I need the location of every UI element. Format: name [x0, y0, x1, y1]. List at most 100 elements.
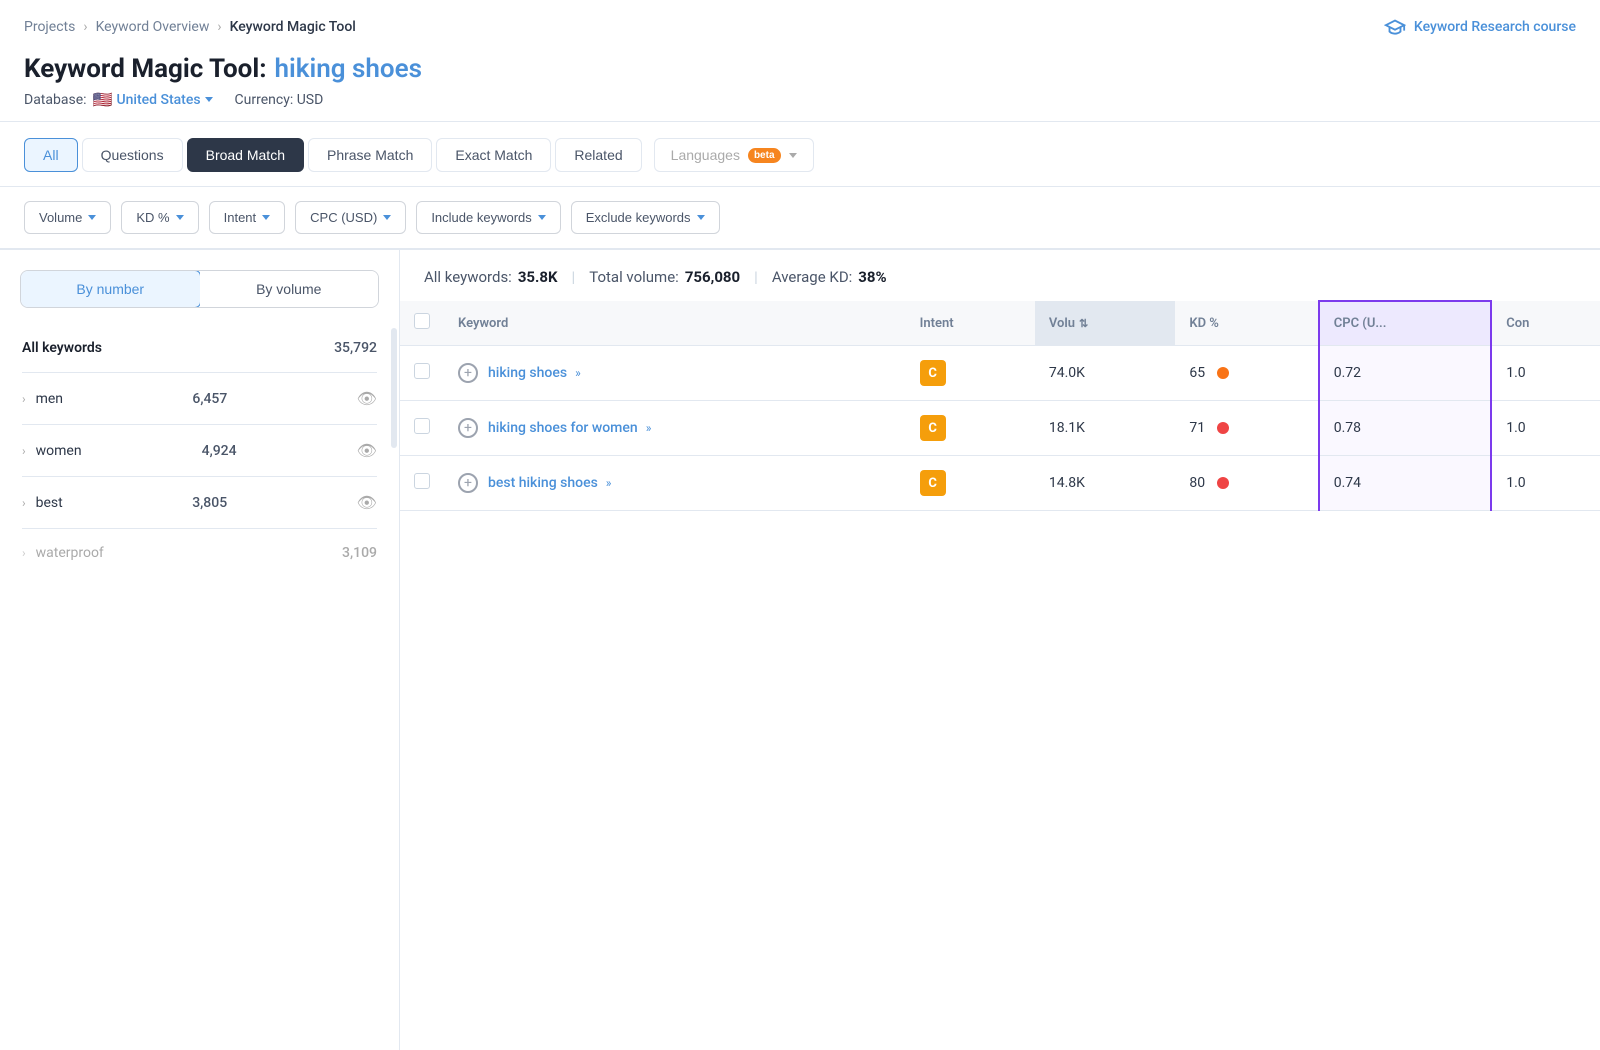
- row1-intent-cell: C: [906, 346, 1035, 401]
- currency-label: Currency: USD: [235, 92, 324, 108]
- beta-badge: beta: [748, 148, 781, 163]
- sidebar-chevron-best-icon: ›: [22, 496, 26, 510]
- th-keyword[interactable]: Keyword: [444, 301, 906, 346]
- eye-best-icon[interactable]: 👁: [357, 493, 377, 512]
- row2-arrow-icon: »: [646, 421, 652, 435]
- row3-add-icon[interactable]: +: [458, 473, 478, 493]
- tab-exact-match[interactable]: Exact Match: [436, 138, 551, 172]
- main-content: By number By volume All keywords 35,792 …: [0, 250, 1600, 1050]
- th-intent[interactable]: Intent: [906, 301, 1035, 346]
- sidebar-item-men[interactable]: › men 6,457 👁: [12, 377, 387, 420]
- avg-kd-label: Average KD:: [772, 268, 852, 286]
- row3-intent-cell: C: [906, 456, 1035, 511]
- row1-intent-badge: C: [920, 360, 946, 386]
- row1-arrow-icon: »: [575, 366, 581, 380]
- filter-exclude-keywords[interactable]: Exclude keywords: [571, 201, 720, 234]
- tab-broad-match[interactable]: Broad Match: [187, 138, 304, 172]
- course-link[interactable]: Keyword Research course: [1384, 16, 1576, 38]
- th-keyword-label: Keyword: [458, 316, 892, 331]
- row1-kd-cell: 65: [1175, 346, 1318, 401]
- th-kd[interactable]: KD %: [1175, 301, 1318, 346]
- keywords-table: Keyword Intent Volu ⇅ KD %: [400, 300, 1600, 511]
- row1-keyword-link[interactable]: hiking shoes: [488, 365, 567, 381]
- view-by-number-button[interactable]: By number: [20, 270, 201, 308]
- tab-questions[interactable]: Questions: [82, 138, 183, 172]
- row1-keyword-content: + hiking shoes »: [458, 363, 892, 383]
- page-container: Projects › Keyword Overview › Keyword Ma…: [0, 0, 1600, 1050]
- row2-con-cell: 1.0: [1491, 401, 1600, 456]
- row2-add-icon[interactable]: +: [458, 418, 478, 438]
- sidebar-divider-1: [22, 424, 377, 425]
- database-label: Database:: [24, 92, 87, 108]
- row2-intent-cell: C: [906, 401, 1035, 456]
- sidebar-item-all[interactable]: All keywords 35,792: [12, 328, 387, 368]
- view-by-volume-button[interactable]: By volume: [200, 271, 379, 307]
- languages-button[interactable]: Languages beta: [654, 138, 814, 172]
- th-volume-label: Volu ⇅: [1049, 316, 1161, 331]
- filter-intent[interactable]: Intent: [209, 201, 286, 234]
- breadcrumb-keyword-overview[interactable]: Keyword Overview: [96, 19, 210, 35]
- row3-kd-cell: 80: [1175, 456, 1318, 511]
- database-country: United States: [116, 92, 200, 108]
- row2-kd-dot: [1217, 422, 1229, 434]
- sidebar-item-women[interactable]: › women 4,924 👁: [12, 429, 387, 472]
- sidebar-divider-0: [22, 372, 377, 373]
- row3-checkbox[interactable]: [414, 473, 430, 489]
- page-title-keyword: hiking shoes: [275, 54, 422, 84]
- chevron-down-icon: [205, 97, 213, 102]
- filter-kd[interactable]: KD %: [121, 201, 198, 234]
- breadcrumb-left: Projects › Keyword Overview › Keyword Ma…: [24, 19, 356, 35]
- row2-checkbox-cell: [400, 401, 444, 456]
- tab-phrase-match[interactable]: Phrase Match: [308, 138, 432, 172]
- table-row: + hiking shoes for women » C 18.1K 71: [400, 401, 1600, 456]
- row2-intent-badge: C: [920, 415, 946, 441]
- sidebar-keyword-waterproof: waterproof: [36, 545, 104, 561]
- sidebar-keyword-best: best: [36, 495, 63, 511]
- row1-volume-cell: 74.0K: [1035, 346, 1175, 401]
- breadcrumb-sep-2: ›: [217, 19, 221, 35]
- eye-women-icon[interactable]: 👁: [357, 441, 377, 460]
- sidebar-item-best[interactable]: › best 3,805 👁: [12, 481, 387, 524]
- sidebar-all-count: 35,792: [334, 340, 377, 356]
- row2-kd-cell: 71: [1175, 401, 1318, 456]
- filter-include-keywords[interactable]: Include keywords: [416, 201, 560, 234]
- database-selector[interactable]: 🇺🇸 United States: [93, 90, 213, 109]
- sidebar-divider-3: [22, 528, 377, 529]
- sidebar-divider-2: [22, 476, 377, 477]
- row2-keyword-content: + hiking shoes for women »: [458, 418, 892, 438]
- filter-cpc[interactable]: CPC (USD): [295, 201, 406, 234]
- row2-cpc-cell: 0.78: [1319, 401, 1492, 456]
- row1-con-cell: 1.0: [1491, 346, 1600, 401]
- all-kw-label: All keywords:: [424, 268, 512, 286]
- select-all-checkbox[interactable]: [414, 313, 430, 329]
- th-volume[interactable]: Volu ⇅: [1035, 301, 1175, 346]
- filter-exclude-label: Exclude keywords: [586, 210, 691, 225]
- all-kw-value: 35.8K: [518, 268, 558, 286]
- tab-all[interactable]: All: [24, 138, 78, 172]
- page-title-prefix: Keyword Magic Tool:: [24, 54, 267, 84]
- th-con: Con: [1491, 301, 1600, 346]
- flag-icon: 🇺🇸: [93, 90, 113, 109]
- row2-keyword-link[interactable]: hiking shoes for women: [488, 420, 638, 436]
- filter-volume[interactable]: Volume: [24, 201, 111, 234]
- page-title: Keyword Magic Tool: hiking shoes: [24, 54, 1576, 84]
- sidebar-item-waterproof[interactable]: › waterproof 3,109: [12, 533, 387, 573]
- sidebar-list: All keywords 35,792 › men 6,457 👁 › wome…: [0, 328, 399, 573]
- course-link-label: Keyword Research course: [1414, 19, 1576, 35]
- eye-men-icon[interactable]: 👁: [357, 389, 377, 408]
- row3-keyword-link[interactable]: best hiking shoes: [488, 475, 598, 491]
- table-row: + best hiking shoes » C 14.8K 80: [400, 456, 1600, 511]
- row1-checkbox[interactable]: [414, 363, 430, 379]
- languages-label: Languages: [671, 147, 740, 163]
- row3-checkbox-cell: [400, 456, 444, 511]
- sidebar-scrollbar[interactable]: [391, 328, 397, 448]
- th-cpc[interactable]: CPC (U...: [1319, 301, 1492, 346]
- filter-row: Volume KD % Intent CPC (USD) Include key…: [0, 187, 1600, 250]
- stats-sep-2: |: [754, 268, 758, 286]
- tab-related[interactable]: Related: [555, 138, 641, 172]
- filter-intent-label: Intent: [224, 210, 257, 225]
- breadcrumb-projects[interactable]: Projects: [24, 19, 75, 35]
- filter-exclude-chevron-icon: [697, 215, 705, 220]
- row1-add-icon[interactable]: +: [458, 363, 478, 383]
- row2-checkbox[interactable]: [414, 418, 430, 434]
